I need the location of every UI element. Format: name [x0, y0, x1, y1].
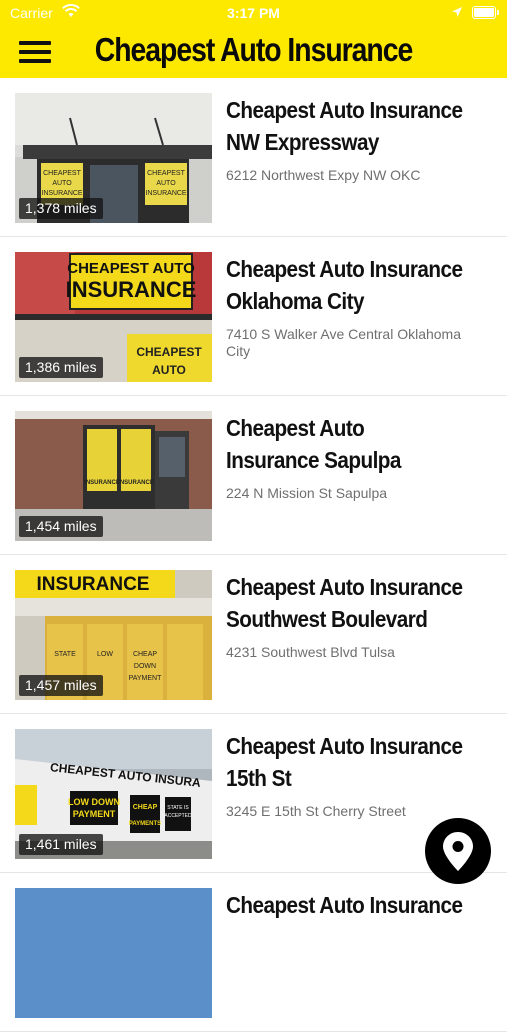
distance-badge: 1,461 miles: [19, 834, 103, 855]
distance-badge: 1,454 miles: [19, 516, 103, 537]
photo-sign-text: INSURANCE: [145, 190, 187, 197]
photo-sign-text: LOW: [97, 651, 113, 658]
location-arrow-icon: [452, 7, 462, 17]
photo-sign-text: STATE IS: [167, 805, 189, 811]
status-time: 3:17 PM: [227, 5, 280, 21]
location-photo: INSURANCE STATE LOW CHEAP DOWN PAYMENT 1…: [15, 570, 212, 700]
location-title: Cheapest Auto Insurance Southwest Boulev…: [226, 574, 463, 632]
map-pin-icon: [443, 832, 473, 871]
photo-sign-text: PAYMENT: [73, 809, 116, 819]
location-address: 4231 Southwest Blvd Tulsa: [226, 644, 395, 660]
photo-sign-text: ACCEPTED: [164, 813, 192, 819]
photo-sign-text: CHEAPEST: [43, 170, 81, 177]
distance-badge: 1,386 miles: [19, 357, 103, 378]
photo-sign-text: CHEAPEST AUTO: [67, 260, 195, 277]
photo-sign-text: AUTO: [52, 180, 72, 187]
photo-sign-text: INSURANCE: [66, 277, 197, 302]
photo-sign-text: CHEAPEST: [136, 345, 202, 359]
location-photo: CHEAPEST AUTO INSURA LOW DOWN PAYMENT CH…: [15, 729, 212, 859]
battery-icon: [472, 6, 499, 19]
distance-badge: 1,457 miles: [19, 675, 103, 696]
photo-sign-text: AUTO: [156, 180, 176, 187]
photo-sign-text: INSURANCE: [37, 574, 150, 595]
location-address: 7410 S Walker Ave Central Oklahoma City: [226, 326, 462, 359]
photo-sign-text: LOW DOWN: [68, 797, 120, 807]
distance-badge: 1,378 miles: [19, 198, 103, 219]
photo-sign-text: AUTO: [152, 363, 186, 377]
location-title: Cheapest Auto Insurance: [226, 892, 463, 918]
photo-sign-text: PAYMENTS: [129, 821, 161, 827]
status-bar: Carrier 3:17 PM: [0, 0, 507, 26]
page-title: Cheapest Auto Insurance: [94, 31, 413, 68]
location-address: 6212 Northwest Expy NW OKC: [226, 167, 421, 183]
location-item[interactable]: Cheapest Auto Insurance: [0, 873, 507, 1032]
photo-sign-text: CHEAP: [133, 651, 157, 658]
location-photo: CHEAPEST AUTO INSURANCE CHEAPEST AUTO IN…: [15, 93, 212, 223]
photo-sign-text: DOWN: [134, 663, 156, 670]
photo-sign-text: CHEAPEST: [147, 170, 185, 177]
location-title: Cheapest Auto Insurance 15th St: [226, 733, 463, 791]
photo-sign-text: INSURANCE: [118, 480, 154, 486]
location-item[interactable]: INSURANCE INSURANCE 1,454 miles Cheapest…: [0, 396, 507, 555]
location-item[interactable]: INSURANCE STATE LOW CHEAP DOWN PAYMENT 1…: [0, 555, 507, 714]
location-title: Cheapest Auto Insurance NW Expressway: [226, 97, 463, 155]
photo-sign-text: CHEAP: [133, 804, 158, 811]
location-item[interactable]: CHEAPEST AUTO INSURANCE CHEAPEST AUTO 1,…: [0, 237, 507, 396]
map-view-button[interactable]: [425, 818, 491, 884]
photo-sign-text: STATE: [54, 651, 76, 658]
location-title: Cheapest Auto Insurance Oklahoma City: [226, 256, 463, 314]
photo-sign-text: PAYMENT: [129, 675, 163, 682]
location-address: 224 N Mission St Sapulpa: [226, 485, 388, 501]
photo-sign-text: INSURANCE: [41, 190, 83, 197]
location-photo: [15, 888, 212, 1018]
location-item[interactable]: CHEAPEST AUTO INSURANCE CHEAPEST AUTO IN…: [0, 78, 507, 237]
location-photo: INSURANCE INSURANCE 1,454 miles: [15, 411, 212, 541]
location-title: Cheapest Auto Insurance Sapulpa: [226, 415, 401, 473]
location-photo: CHEAPEST AUTO INSURANCE CHEAPEST AUTO 1,…: [15, 252, 212, 382]
app-header: Carrier 3:17 PM Cheapest Auto Insurance: [0, 0, 507, 78]
photo-sign-text: INSURANCE: [84, 480, 120, 486]
